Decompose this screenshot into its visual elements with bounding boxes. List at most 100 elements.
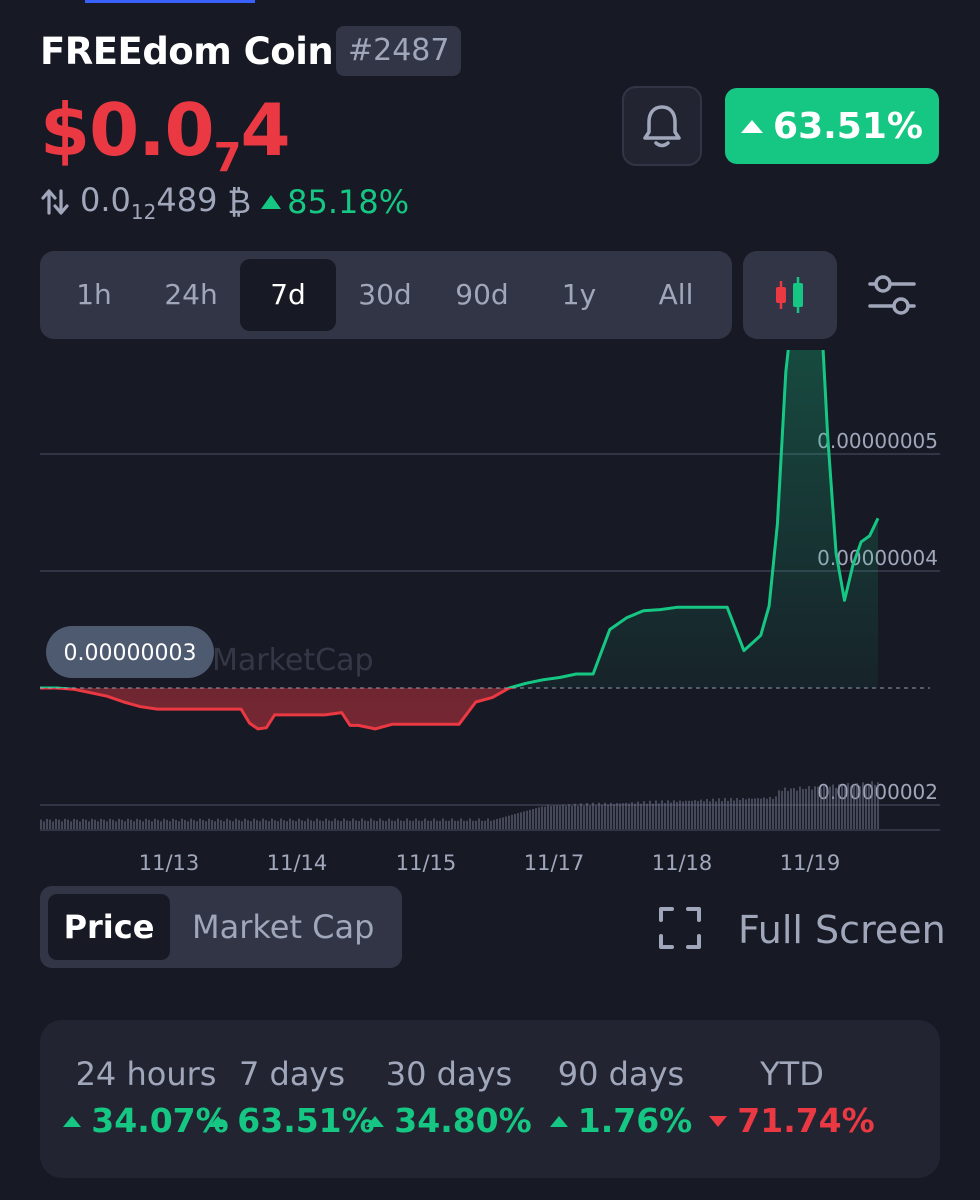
volume-bar: [874, 784, 876, 830]
volume-bar: [706, 799, 708, 830]
volume-bar: [625, 802, 627, 830]
fullscreen-icon[interactable]: [658, 906, 702, 950]
caret-up-icon: [549, 1115, 568, 1127]
volume-bar: [862, 782, 864, 830]
volume-bar: [547, 805, 549, 830]
volume-bar: [769, 796, 771, 830]
price-tab[interactable]: Price: [48, 894, 170, 960]
volume-bar: [619, 803, 621, 830]
timeframe-tab-90d[interactable]: 90d: [434, 259, 530, 331]
volume-bar: [232, 821, 234, 830]
market-cap-tab[interactable]: Market Cap: [192, 894, 374, 960]
candlestick-toggle-button[interactable]: [743, 251, 837, 339]
chart-settings-button[interactable]: [866, 270, 918, 320]
baseline-label: 0.00000003: [64, 641, 197, 666]
volume-bar: [412, 820, 414, 830]
timeframe-tab-30d[interactable]: 30d: [337, 259, 433, 331]
volume-bar: [382, 820, 384, 830]
volume-bar: [208, 818, 210, 830]
price-chart[interactable]: 0.000000070.000000050.000000040.00000002…: [0, 350, 980, 880]
volume-bar: [463, 820, 465, 830]
volume-bar: [364, 820, 366, 830]
performance-label: 90 days: [557, 1055, 685, 1093]
timeframe-tab-1h[interactable]: 1h: [46, 259, 142, 331]
volume-bar: [175, 819, 177, 830]
volume-bar: [601, 805, 603, 830]
volume-bar: [628, 803, 630, 830]
volume-bar: [82, 818, 84, 830]
volume-bar: [574, 803, 576, 830]
volume-bar: [409, 820, 411, 830]
volume-bar: [709, 801, 711, 830]
performance-value: 34.80%: [359, 1096, 539, 1146]
volume-bar: [631, 802, 633, 830]
volume-bar: [76, 819, 78, 830]
volume-bar: [160, 821, 162, 830]
volume-bar: [670, 802, 672, 830]
price-change-badge: 63.51%: [725, 88, 939, 164]
volume-bar: [436, 820, 438, 830]
volume-bar: [718, 798, 720, 830]
volume-bar: [454, 820, 456, 830]
volume-bar: [112, 819, 114, 830]
volume-bar: [415, 818, 417, 830]
volume-bar: [637, 801, 639, 830]
volume-bar: [859, 786, 861, 830]
volume-bar: [157, 819, 159, 830]
volume-bar: [430, 820, 432, 830]
volume-bar: [85, 819, 87, 830]
chart-watermark: MarketCap: [212, 643, 374, 678]
volume-bar: [394, 820, 396, 830]
volume-bar: [124, 821, 126, 830]
volume-bar: [49, 819, 51, 830]
timeframe-tab-7d[interactable]: 7d: [240, 259, 336, 331]
btc-price-row: 0.012489 ₿ 85.18%: [40, 178, 409, 226]
volume-bar: [70, 821, 72, 830]
volume-bar: [193, 820, 195, 830]
rank-badge: #2487: [336, 26, 462, 76]
volume-bar: [646, 803, 648, 830]
volume-bar: [790, 788, 792, 830]
volume-bar: [565, 805, 567, 830]
chart-type-toggle: Price Market Cap: [40, 886, 402, 968]
timeframe-tab-24h[interactable]: 24h: [143, 259, 239, 331]
price-alert-button[interactable]: [622, 86, 702, 166]
volume-bar: [871, 781, 873, 830]
volume-bar: [52, 821, 54, 830]
volume-bar: [610, 802, 612, 830]
caret-up-icon: [63, 1115, 82, 1127]
performance-item: YTD 71.74%: [702, 1052, 882, 1146]
fullscreen-button[interactable]: Full Screen: [738, 904, 946, 956]
volume-bar: [421, 820, 423, 830]
volume-bar: [847, 783, 849, 830]
timeframe-tab-all[interactable]: All: [628, 259, 724, 331]
volume-bar: [841, 785, 843, 830]
volume-bar: [802, 789, 804, 830]
volume-bar: [643, 801, 645, 830]
volume-bar: [667, 800, 669, 830]
volume-bar: [46, 818, 48, 830]
volume-bar: [712, 798, 714, 830]
x-axis-tick-label: 11/14: [267, 851, 328, 875]
volume-bar: [829, 786, 831, 830]
volume-bar: [844, 786, 846, 830]
top-accent-bar: [85, 0, 255, 3]
volume-bar: [613, 804, 615, 830]
volume-bar: [751, 798, 753, 830]
volume-bar: [727, 800, 729, 830]
volume-bar: [592, 802, 594, 830]
volume-bar: [304, 821, 306, 830]
timeframe-tab-1y[interactable]: 1y: [531, 259, 627, 331]
volume-bar: [259, 821, 261, 830]
volume-bar: [61, 821, 63, 830]
volume-bar: [775, 796, 777, 830]
volume-bar: [748, 798, 750, 830]
candlestick-icon: [776, 277, 803, 313]
x-axis-tick-label: 11/13: [139, 851, 200, 875]
volume-bar: [763, 797, 765, 830]
volume-bar: [796, 790, 798, 830]
volume-bar: [376, 820, 378, 830]
volume-bar: [673, 800, 675, 830]
volume-bar: [505, 816, 507, 830]
volume-bar: [190, 818, 192, 830]
